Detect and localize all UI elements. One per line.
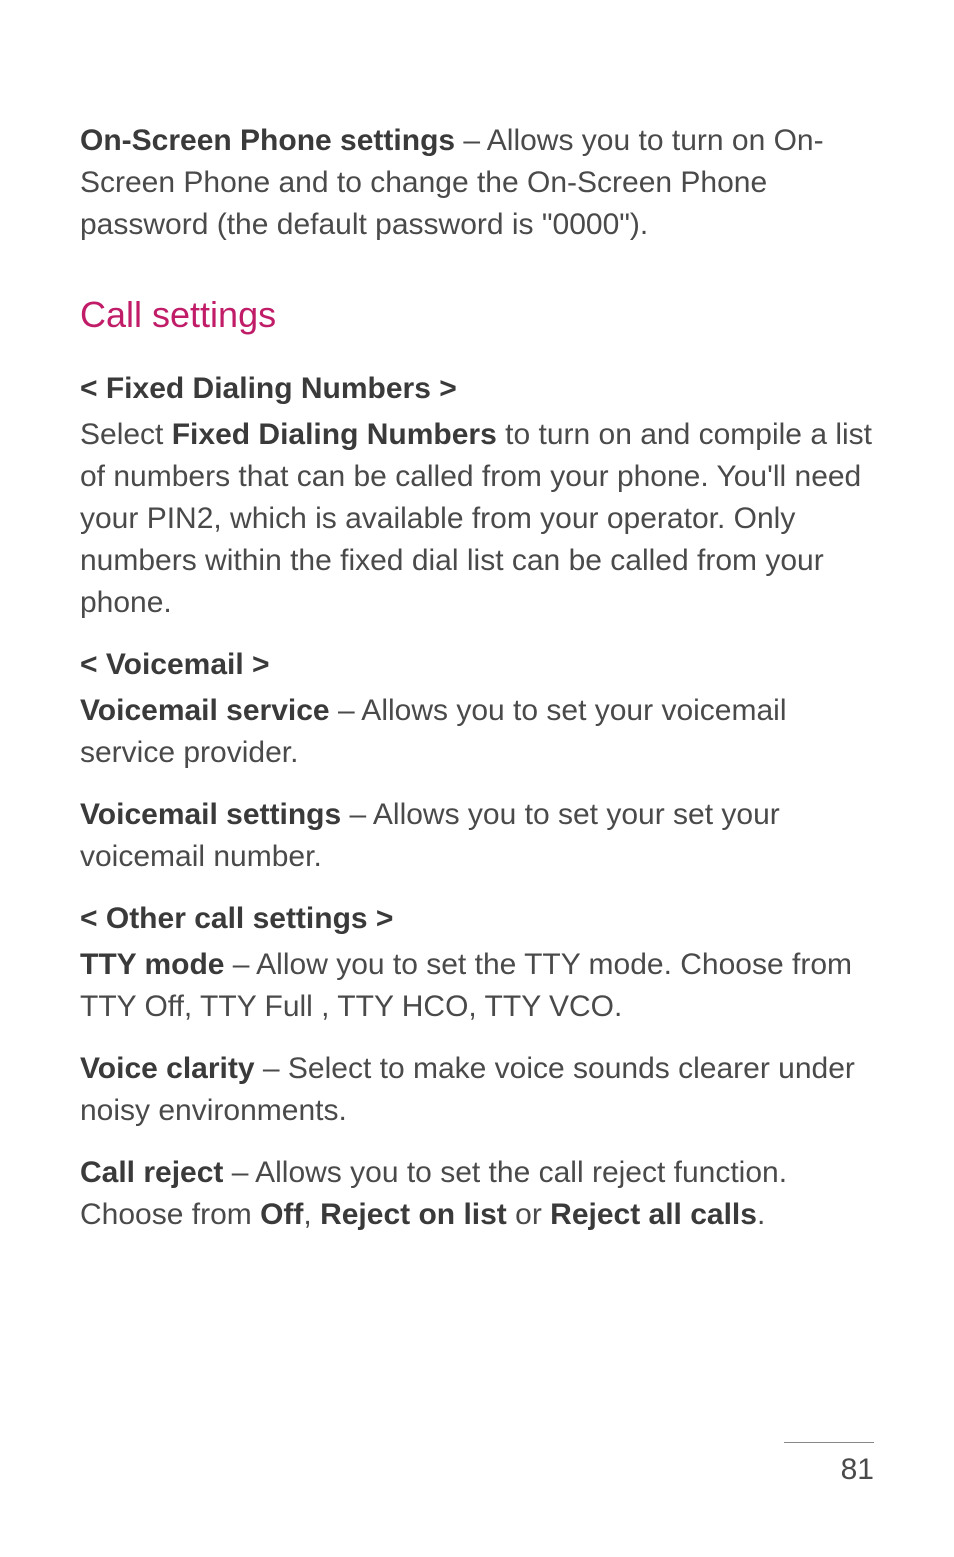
reject-sep1: , bbox=[303, 1198, 320, 1231]
fdn-heading: < Fixed Dialing Numbers > bbox=[80, 368, 874, 410]
intro-bold: On-Screen Phone settings bbox=[80, 124, 455, 157]
reject-opt3: Reject all calls bbox=[550, 1198, 757, 1231]
tty-bold: TTY mode bbox=[80, 948, 224, 981]
reject-end: . bbox=[757, 1198, 765, 1231]
voicemail-service-bold: Voicemail service bbox=[80, 694, 330, 727]
voicemail-heading: < Voicemail > bbox=[80, 644, 874, 686]
fdn-pre: Select bbox=[80, 418, 172, 451]
reject-sep2: or bbox=[507, 1198, 550, 1231]
fdn-paragraph: Select Fixed Dialing Numbers to turn on … bbox=[80, 414, 874, 624]
tty-paragraph: TTY mode – Allow you to set the TTY mode… bbox=[80, 944, 874, 1028]
clarity-paragraph: Voice clarity – Select to make voice sou… bbox=[80, 1048, 874, 1132]
document-page: On-Screen Phone settings – Allows you to… bbox=[0, 0, 954, 1557]
intro-paragraph: On-Screen Phone settings – Allows you to… bbox=[80, 120, 874, 246]
voicemail-settings-paragraph: Voicemail settings – Allows you to set y… bbox=[80, 794, 874, 878]
reject-opt1: Off bbox=[260, 1198, 303, 1231]
fdn-bold: Fixed Dialing Numbers bbox=[172, 418, 497, 451]
reject-paragraph: Call reject – Allows you to set the call… bbox=[80, 1152, 874, 1236]
page-number: 81 bbox=[784, 1449, 874, 1491]
section-title: Call settings bbox=[80, 290, 874, 340]
other-heading: < Other call settings > bbox=[80, 898, 874, 940]
footer-rule bbox=[784, 1442, 874, 1443]
reject-opt2: Reject on list bbox=[320, 1198, 507, 1231]
page-footer: 81 bbox=[784, 1442, 874, 1491]
clarity-bold: Voice clarity bbox=[80, 1052, 255, 1085]
voicemail-settings-bold: Voicemail settings bbox=[80, 798, 341, 831]
reject-bold: Call reject bbox=[80, 1156, 223, 1189]
voicemail-service-paragraph: Voicemail service – Allows you to set yo… bbox=[80, 690, 874, 774]
